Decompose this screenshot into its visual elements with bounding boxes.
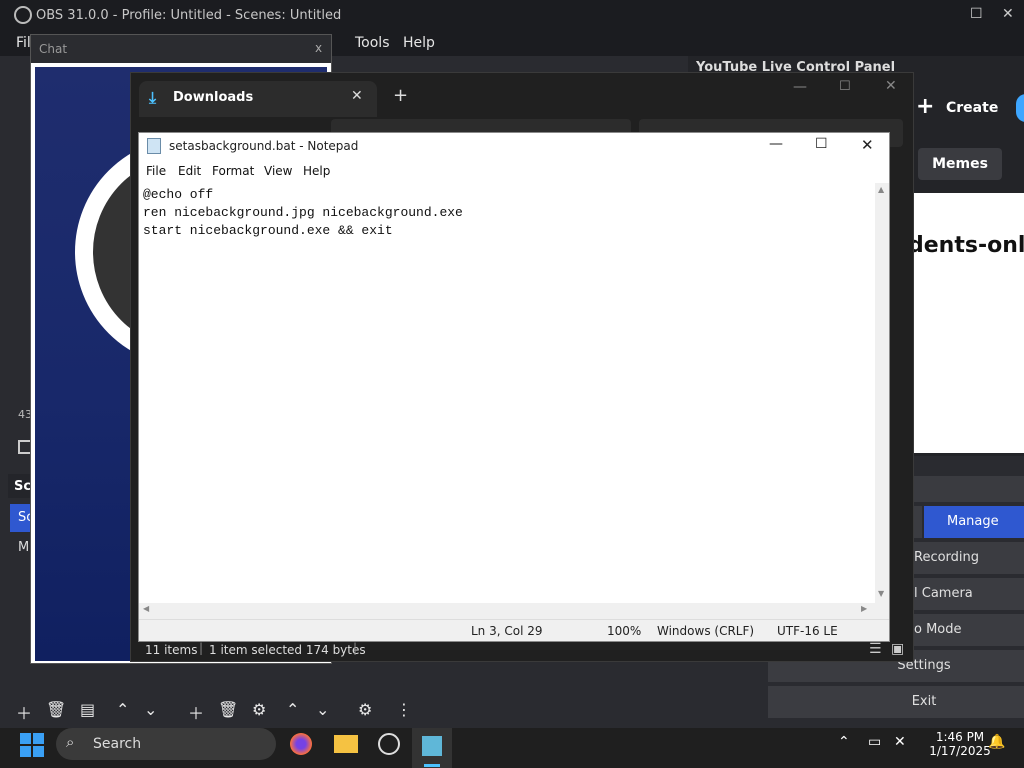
create-button[interactable]: + Create [916, 88, 1016, 128]
move-up-icon[interactable]: ⌃ [116, 700, 129, 719]
menu-help[interactable]: Help [303, 164, 330, 178]
downloads-tab-title: Downloads [173, 90, 254, 105]
memes-chip[interactable]: Memes [918, 148, 1002, 180]
chevron-up-icon[interactable]: ⌃ [838, 734, 850, 750]
move-down-icon[interactable]: ⌄ [144, 700, 157, 719]
file-explorer-icon[interactable] [334, 735, 358, 753]
source-up-icon[interactable]: ⌃ [286, 700, 299, 719]
menu-edit[interactable]: Edit [178, 164, 201, 178]
tiles-view-icon[interactable]: ▣ [891, 641, 904, 657]
scroll-down-icon[interactable]: ▼ [878, 589, 884, 598]
notepad-window: setasbackground.bat - Notepad — ☐ ✕ File… [138, 132, 890, 642]
source-down-icon[interactable]: ⌄ [316, 700, 329, 719]
maximize-icon[interactable]: ☐ [839, 79, 851, 94]
downloads-statusbar: 11 items | 1 item selected 174 bytes | ☰… [131, 639, 913, 661]
more-icon[interactable]: ⋮ [396, 700, 412, 719]
notepad-menubar: File Edit Format View Help [139, 159, 889, 183]
selection-info: 1 item selected 174 bytes [209, 643, 366, 657]
scene-item-selected[interactable]: Sc [10, 504, 33, 532]
gear-icon[interactable]: ⚙ [252, 700, 266, 719]
volume-muted-icon[interactable]: ✕ [894, 734, 906, 750]
filter-icon[interactable]: ▤ [80, 700, 95, 719]
taskbar-search[interactable]: ⌕ Search [56, 728, 276, 760]
new-tab-icon[interactable]: + [393, 85, 408, 106]
add-source-icon[interactable]: ＋ [188, 700, 204, 724]
vertical-scrollbar[interactable]: ▲ ▼ [875, 183, 889, 603]
tab-close-icon[interactable]: ✕ [351, 88, 363, 104]
delete-source-icon[interactable]: 🗑 [218, 700, 238, 719]
downloads-tab[interactable]: ⤓ Downloads ✕ [139, 81, 377, 117]
add-icon[interactable]: ＋ [16, 700, 32, 724]
text-line: @echo off [143, 187, 214, 202]
horizontal-scrollbar[interactable]: ◀ ▶ [139, 603, 875, 617]
virtual-camera-button[interactable]: l Camera [914, 578, 1024, 610]
notepad-statusbar: Ln 3, Col 29 100% Windows (CRLF) UTF-16 … [139, 619, 889, 641]
scenes-header: Sc [8, 474, 32, 498]
menu-tools[interactable]: Tools [355, 35, 390, 51]
notepad-icon [147, 138, 161, 154]
menu-file[interactable]: File [146, 164, 166, 178]
notepad-taskbar-item[interactable] [412, 728, 452, 768]
menu-help[interactable]: Help [403, 35, 435, 51]
cursor-position: Ln 3, Col 29 [471, 624, 543, 638]
notification-bell-icon[interactable]: 🔔 [988, 734, 1005, 750]
chat-close-icon[interactable]: x [315, 41, 322, 55]
notepad-titlebar: setasbackground.bat - Notepad — ☐ ✕ [139, 133, 889, 159]
notepad-taskbar-icon [422, 736, 442, 756]
avatar[interactable] [1016, 94, 1024, 122]
separator: | [199, 641, 204, 655]
notepad-title: setasbackground.bat - Notepad [169, 139, 359, 153]
line-endings: Windows (CRLF) [657, 624, 755, 638]
maximize-icon[interactable]: ☐ [815, 136, 828, 152]
close-icon[interactable]: ✕ [861, 136, 874, 154]
search-label: Search [93, 736, 142, 752]
controls-header [914, 476, 1024, 502]
items-count: 11 items [145, 643, 198, 657]
text-editor[interactable]: @echo off ren nicebackground.jpg nicebac… [139, 183, 889, 603]
manage-broadcast-button[interactable]: Manage Broa [924, 506, 1024, 561]
plus-icon: + [916, 94, 935, 119]
close-icon[interactable]: ✕ [885, 78, 897, 94]
create-label: Create [946, 100, 999, 116]
menu-view[interactable]: View [264, 164, 292, 178]
button-edge [914, 506, 922, 538]
search-icon: ⌕ [66, 733, 75, 751]
download-icon: ⤓ [149, 88, 157, 107]
scene-item[interactable]: M [18, 540, 29, 555]
chat-titlebar: Chat x [31, 35, 331, 63]
text-line: ren nicebackground.jpg nicebackground.ex… [143, 205, 463, 220]
zoom-level: 100% [607, 624, 642, 638]
scroll-left-icon[interactable]: ◀ [143, 604, 149, 613]
studio-mode-button[interactable]: o Mode [914, 614, 1024, 646]
webpage-preview: dents-onl [914, 193, 1024, 453]
active-indicator [424, 764, 440, 767]
minimize-icon[interactable]: — [793, 79, 807, 95]
encoding: UTF-16 LE [777, 624, 838, 638]
exit-button[interactable]: Exit [768, 686, 1024, 718]
start-recording-button[interactable]: Recording [914, 542, 1024, 574]
menu-format[interactable]: Format [212, 164, 254, 178]
close-icon[interactable]: ✕ [1002, 6, 1014, 22]
obs-title-text: OBS 31.0.0 - Profile: Untitled - Scenes:… [36, 8, 342, 23]
obs-logo-icon [14, 6, 32, 24]
delete-icon[interactable]: 🗑 [46, 700, 66, 719]
minimize-icon[interactable]: — [769, 136, 783, 152]
chat-title: Chat [39, 42, 68, 56]
details-view-icon[interactable]: ☰ [869, 641, 882, 657]
firefox-icon[interactable] [290, 733, 312, 755]
maximize-icon[interactable]: ☐ [970, 6, 983, 22]
webpage-heading: dents-onl [914, 233, 1024, 258]
scroll-right-icon[interactable]: ▶ [861, 604, 867, 613]
obs-taskbar-icon[interactable] [378, 733, 400, 755]
scroll-up-icon[interactable]: ▲ [878, 185, 884, 194]
separator: | [353, 641, 358, 655]
audio-settings-icon[interactable]: ⚙ [358, 700, 372, 719]
text-line: start nicebackground.exe && exit [143, 223, 393, 238]
obs-titlebar: OBS 31.0.0 - Profile: Untitled - Scenes:… [0, 0, 1024, 32]
network-icon[interactable]: ▭ [868, 734, 881, 750]
windows-start-icon[interactable] [20, 733, 44, 757]
